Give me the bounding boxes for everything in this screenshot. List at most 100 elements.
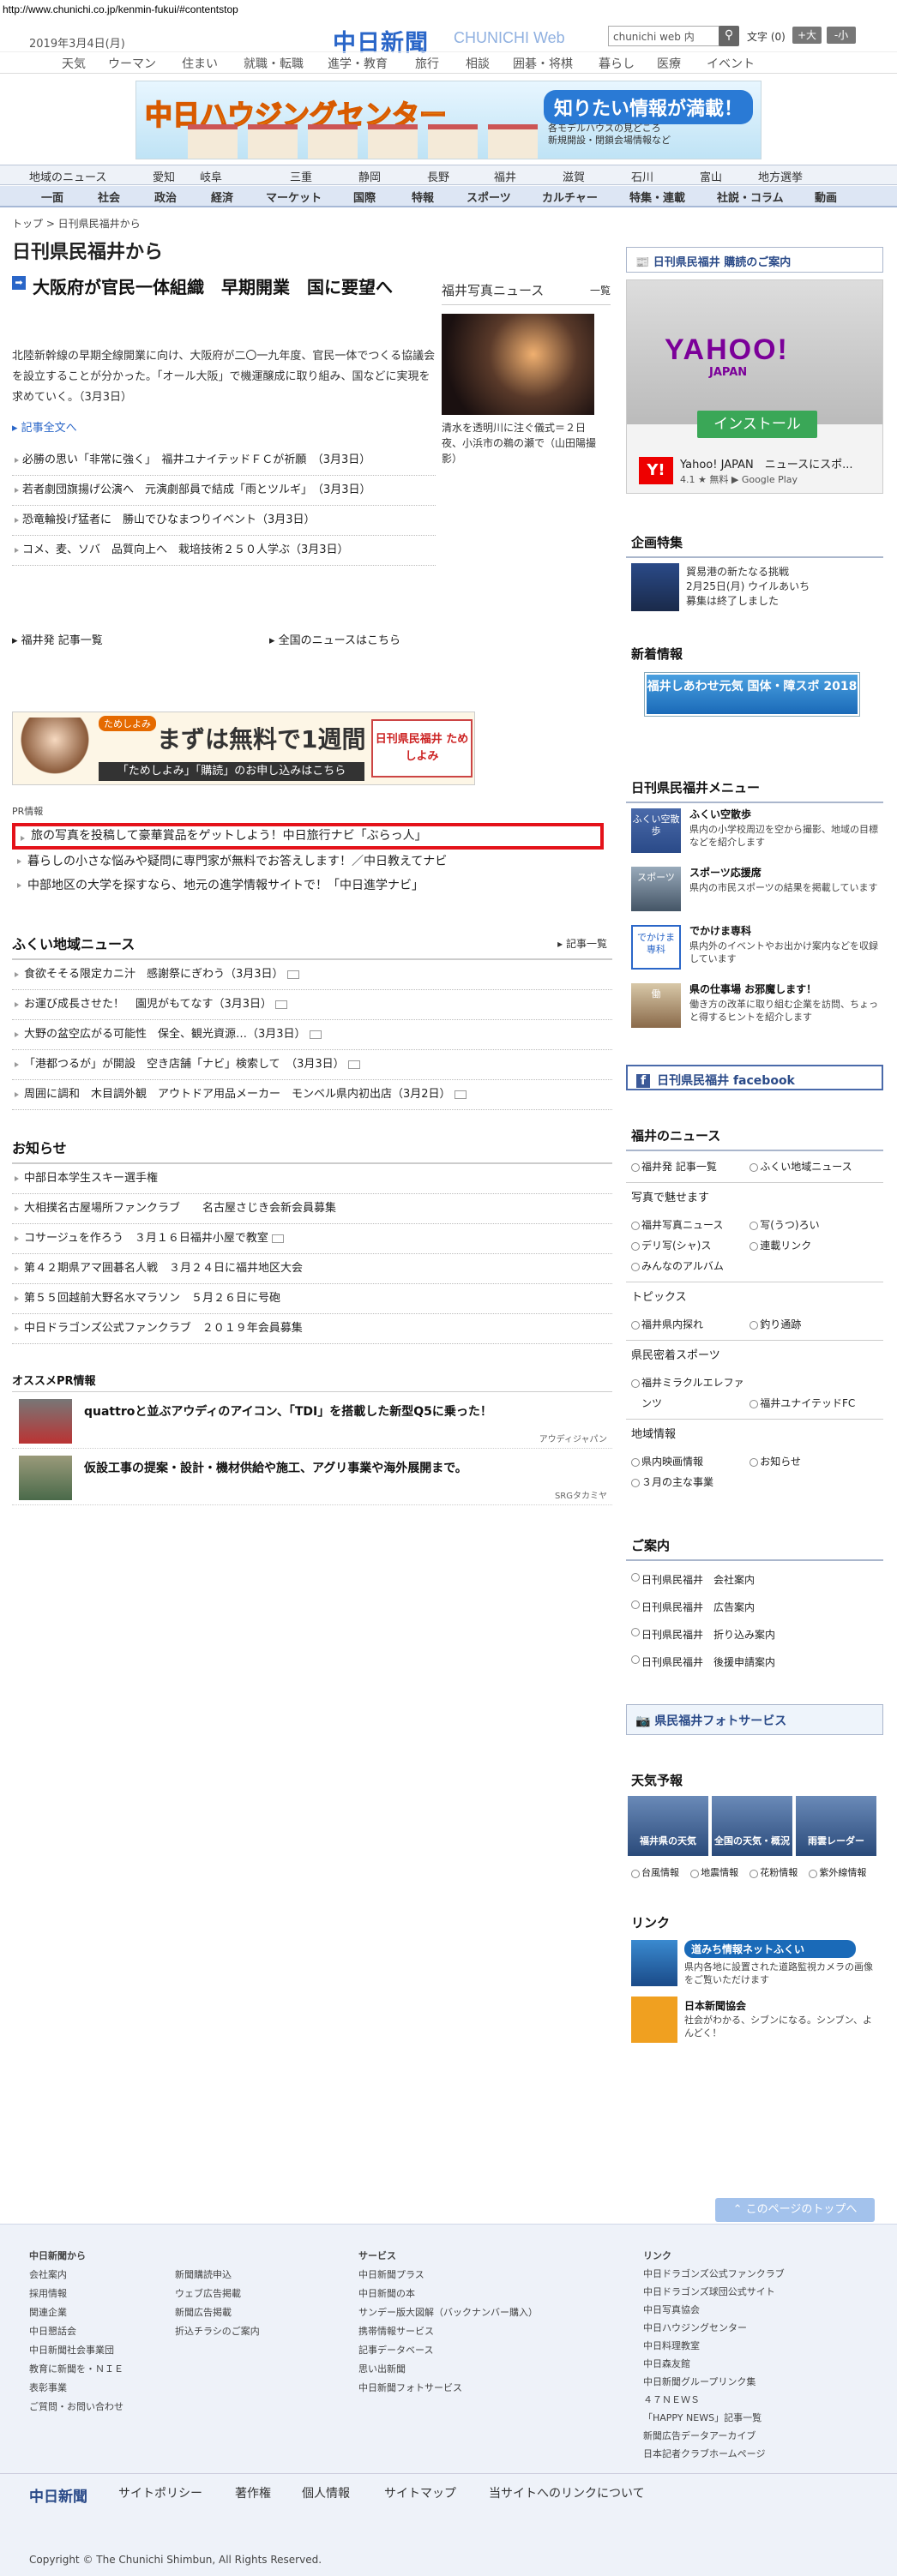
notice-item[interactable]: 中日ドラゴンズ公式ファンクラブ ２０１９年会員募集 (12, 1314, 612, 1344)
cnav-item[interactable]: マーケット (266, 189, 322, 205)
footer-link[interactable]: 中日懇話会 (29, 2322, 123, 2341)
cnav-item[interactable]: スポーツ (467, 189, 511, 205)
footer-link[interactable]: 教育に新聞を・ＮＩＥ (29, 2360, 123, 2379)
footer-link[interactable]: ４７ＮＥＷＳ (643, 2391, 785, 2409)
weather-link[interactable]: 花粉情報 (750, 1863, 809, 1883)
fukui-link[interactable]: 福井発 記事一覧 (631, 1156, 750, 1177)
gnav-item[interactable]: 旅行 (415, 55, 439, 72)
rnav-item[interactable]: 長野 (427, 168, 449, 184)
rnav-item[interactable]: 地方選挙 (758, 168, 803, 184)
footer-bar-link[interactable]: サイトマップ (384, 2484, 456, 2501)
font-smaller-button[interactable]: -小 (827, 27, 856, 44)
local-news-list-link[interactable]: ▸ 記事一覧 (557, 936, 607, 951)
gnav-item[interactable]: 暮らし (599, 55, 635, 72)
fukui-link[interactable]: 福井写真ニュース (631, 1215, 750, 1235)
kikaku-item[interactable]: 貿易港の新たなる挑戦 2月25日(月) ウイルあいち 募集は終了しました (626, 558, 883, 615)
gnav-item[interactable]: 天気 (62, 55, 86, 72)
yahoo-app-ad[interactable]: YAHOO! JAPAN インストール Y! Yahoo! JAPAN ニュース… (626, 279, 883, 494)
notice-item[interactable]: 第５５回越前大野名水マラソン ５月２６日に号砲 (12, 1284, 612, 1314)
cnav-item[interactable]: 特集・連載 (629, 189, 685, 205)
footer-link[interactable]: 新聞購読申込 (175, 2266, 260, 2285)
fukui-link[interactable]: みんなのアルバム (631, 1256, 750, 1276)
footer-link[interactable]: 中日ハウジングセンター (643, 2319, 785, 2337)
footer-link[interactable]: 折込チラシのご案内 (175, 2322, 260, 2341)
footer-link[interactable]: 中日ドラゴンズ公式ファンクラブ (643, 2265, 785, 2283)
gnav-item[interactable]: 囲碁・将棋 (513, 55, 573, 72)
weather-link[interactable]: 台風情報 (631, 1863, 690, 1883)
breadcrumb[interactable]: トップ > 日刊県民福井から (12, 216, 141, 231)
font-bigger-button[interactable]: +大 (792, 27, 822, 44)
fukui-link[interactable]: お知らせ (750, 1451, 868, 1472)
footer-link[interactable]: 採用情報 (29, 2285, 123, 2303)
trial-subscription-banner[interactable]: ためしよみ まずは無料で1週間 「ためしよみ」「購読」のお申し込みはこちら 日刊… (12, 712, 475, 785)
back-to-top-button[interactable]: ⌃ このページのトップへ (715, 2198, 875, 2222)
fukui-link[interactable]: 釣り通跡 (750, 1314, 868, 1335)
fukui-link[interactable]: 福井ミラクルエレファンツ (631, 1372, 750, 1414)
cnav-item[interactable]: 経済 (211, 189, 233, 205)
notice-item[interactable]: 中部日本学生スキー選手権 (12, 1164, 612, 1194)
news-item[interactable]: 必勝の思い「非常に強く」 福井ユナイテッドＦＣが祈願 （3月3日） (12, 446, 436, 476)
menu-item[interactable]: スポーツ スポーツ応援席 県内の市民スポーツの結果を掲載しています (626, 862, 883, 920)
local-news-item[interactable]: お運び成長させた！ 園児がもてなす（3月3日） (12, 990, 612, 1020)
lead-headline[interactable]: 大阪府が官民一体組織 早期開業 国に要望へ (33, 274, 432, 300)
menu-item[interactable]: でかけま専科 でかけま専科 県内外のイベントやお出かけ案内などを収録しています (626, 920, 883, 978)
search-input[interactable]: chunichi web 内 (608, 26, 719, 46)
menu-item[interactable]: 働県の仕事場 お邪魔します！ 働き方の改革に取り組む企業を訪問、ちょっと得するヒン… (626, 978, 883, 1036)
menu-item[interactable]: ふくい空散歩 ふくい空散歩 県内の小学校周辺を空から撮影、地域の目標などを紹介します (626, 803, 883, 862)
read-more-link[interactable]: ▸ 記事全文へ (12, 418, 77, 435)
cnav-item[interactable]: 動画 (815, 189, 837, 205)
cnav-item[interactable]: 一面 (41, 189, 63, 205)
gnav-item[interactable]: 相談 (466, 55, 490, 72)
pr-highlighted-item[interactable]: 旅の写真を投稿して豪華賞品をゲットしよう！中日旅行ナビ「ぶらっ人」 (12, 823, 604, 850)
recommended-item[interactable]: quattroと並ぶアウディのアイコン、「TDI」を搭載した新型Q5に乗った！ … (12, 1392, 612, 1449)
rnav-item[interactable]: 地域のニュース (29, 168, 106, 184)
facebook-link[interactable]: f 日刊県民福井 facebook (626, 1065, 883, 1090)
news-item[interactable]: コメ、麦、ソバ 品質向上へ 栽培技術２５０人学ぶ（3月3日） (12, 536, 436, 566)
footer-link[interactable]: 「HAPPY NEWS」記事一覧 (643, 2409, 785, 2427)
fukui-link[interactable]: 福井県内探れ (631, 1314, 750, 1335)
guide-link[interactable]: 日刊県民福井 広告案内 (631, 1594, 878, 1621)
fukui-link[interactable]: 写(うつ)ろい (750, 1215, 868, 1235)
footer-link[interactable]: 関連企業 (29, 2303, 123, 2322)
footer-logo[interactable]: 中日新聞 (29, 2484, 87, 2506)
rnav-item[interactable]: 富山 (700, 168, 722, 184)
fukui-weather-button[interactable]: 福井県の天気 (628, 1796, 708, 1856)
rnav-item[interactable]: 福井 (494, 168, 516, 184)
lead-article[interactable]: ➡ 大阪府が官民一体組織 早期開業 国に要望へ (12, 274, 432, 300)
gnav-item[interactable]: 医療 (657, 55, 681, 72)
footer-bar-link[interactable]: 当サイトへのリンクについて (489, 2484, 645, 2501)
pr-item[interactable]: 中部地区の大学を探すなら、地元の進学情報サイトで！「中日進学ナビ」 (12, 874, 612, 898)
notice-item[interactable]: 大相撲名古屋場所ファンクラブ 名古屋さじき会新会員募集 (12, 1194, 612, 1224)
footer-link[interactable]: 中日森友館 (643, 2355, 785, 2373)
link-item[interactable]: 日本新聞協会 社会がわかる、シブンになる。シンブン、よんどく！ (626, 1993, 883, 2050)
news-item[interactable]: 若者劇団旗揚げ公演へ 元演劇部員で結成「雨とツルギ」 （3月3日） (12, 476, 436, 506)
local-news-item[interactable]: 大野の盆空広がる可能性 保全、観光資源…（3月3日） (12, 1020, 612, 1050)
cnav-item[interactable]: カルチャー (542, 189, 598, 205)
footer-link[interactable]: 思い出新聞 (358, 2360, 538, 2379)
cnav-item[interactable]: 社会 (98, 189, 120, 205)
rnav-item[interactable]: 岐阜 (200, 168, 222, 184)
gnav-item[interactable]: イベント (707, 55, 755, 72)
local-news-item[interactable]: 食欲そそる限定カニ汁 感謝祭にぎわう（3月3日） (12, 960, 612, 990)
weather-link[interactable]: 紫外線情報 (809, 1863, 873, 1883)
fukui-link[interactable]: 連載リンク (750, 1235, 868, 1256)
photo-news-image[interactable] (442, 314, 594, 415)
news-item[interactable]: 恐竜輪投げ猛者に 勝山でひなまつりイベント（3月3日） (12, 506, 436, 536)
weather-link[interactable]: 地震情報 (690, 1863, 750, 1883)
install-button[interactable]: インストール (697, 411, 817, 438)
fukui-link[interactable]: ３月の主な事業 (631, 1472, 750, 1492)
notice-item[interactable]: コサージュを作ろう ３月１６日福井小屋で教室 (12, 1224, 612, 1254)
footer-link[interactable]: 中日新聞社会事業団 (29, 2341, 123, 2360)
footer-link[interactable]: 中日ドラゴンズ球団公式サイト (643, 2283, 785, 2301)
footer-link[interactable]: 中日新聞フォトサービス (358, 2379, 538, 2398)
footer-link[interactable]: 日本記者クラブホームページ (643, 2445, 785, 2463)
rnav-item[interactable]: 石川 (631, 168, 653, 184)
fukui-link[interactable]: ふくい地域ニュース (750, 1156, 868, 1177)
footer-link[interactable]: 記事データベース (358, 2341, 538, 2360)
subscribe-banner[interactable]: 📰 日刊県民福井 購読のご案内 (626, 247, 883, 273)
gnav-item[interactable]: 住まい (182, 55, 218, 72)
cnav-item[interactable]: 国際 (353, 189, 376, 205)
fukui-list-link[interactable]: ▸ 福井発 記事一覧 (12, 631, 103, 647)
housing-center-banner[interactable]: 中日ハウジングセンター 知りたい情報が満載！ 各モデルハウスの見どころ 新規開設・… (135, 81, 762, 159)
footer-link[interactable]: ウェブ広告掲載 (175, 2285, 260, 2303)
